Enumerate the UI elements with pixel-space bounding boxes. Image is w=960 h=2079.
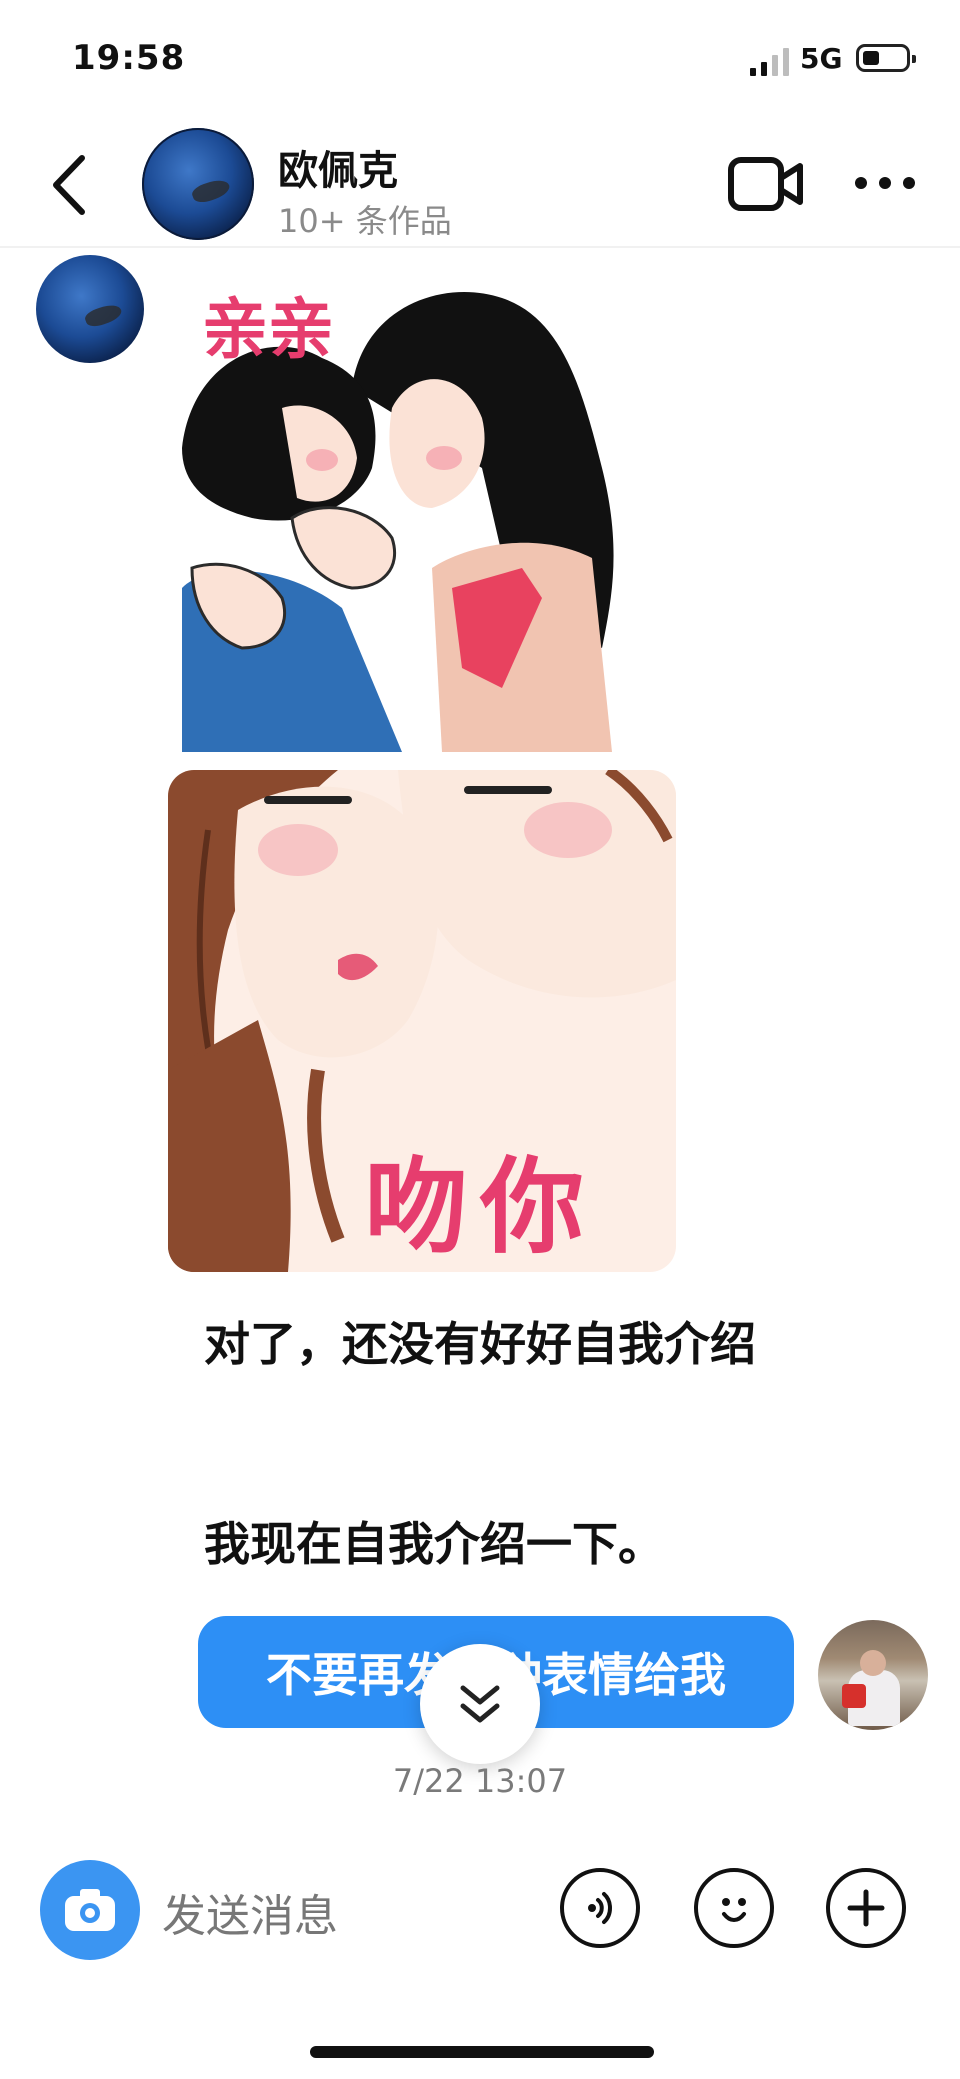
- camera-button[interactable]: [40, 1860, 140, 1960]
- contact-name[interactable]: 欧佩克: [278, 138, 398, 196]
- plus-icon: [847, 1889, 885, 1927]
- my-avatar[interactable]: [818, 1620, 928, 1730]
- network-label: 5G: [800, 42, 843, 75]
- emoji-button[interactable]: [694, 1868, 774, 1948]
- status-time: 19:58: [72, 38, 186, 78]
- message-timestamp: 7/22 13:07: [392, 1762, 568, 1800]
- home-indicator: [310, 2046, 654, 2058]
- voice-button[interactable]: [560, 1868, 640, 1948]
- sender-avatar[interactable]: [36, 255, 144, 363]
- received-text-1[interactable]: 对了，还没有好好自我介绍: [204, 1312, 764, 1376]
- camera-icon: [65, 1889, 115, 1931]
- received-text-2[interactable]: 我现在自我介绍一下。: [204, 1512, 764, 1576]
- emoji-icon: [722, 1898, 746, 1922]
- sticker-kiss-you-caption: 吻你: [364, 1146, 597, 1268]
- sticker-kiss-caption: 亲亲: [202, 291, 334, 368]
- contact-avatar[interactable]: [142, 128, 254, 240]
- voice-icon: [588, 1892, 612, 1924]
- battery-icon: [856, 44, 916, 72]
- scroll-to-bottom-button[interactable]: [420, 1644, 540, 1764]
- signal-icon: [750, 48, 789, 76]
- back-icon[interactable]: [44, 150, 94, 220]
- video-call-icon[interactable]: [728, 154, 804, 214]
- more-icon[interactable]: [852, 168, 918, 198]
- sticker-kiss[interactable]: 亲亲: [182, 268, 676, 752]
- contact-works-count[interactable]: 10+ 条作品: [278, 196, 452, 242]
- add-button[interactable]: [826, 1868, 906, 1948]
- sticker-kiss-you[interactable]: 吻你: [168, 770, 676, 1272]
- double-chevron-down-icon: [460, 1685, 500, 1723]
- message-input[interactable]: 发送消息: [162, 1880, 338, 1944]
- header-divider: [0, 246, 960, 248]
